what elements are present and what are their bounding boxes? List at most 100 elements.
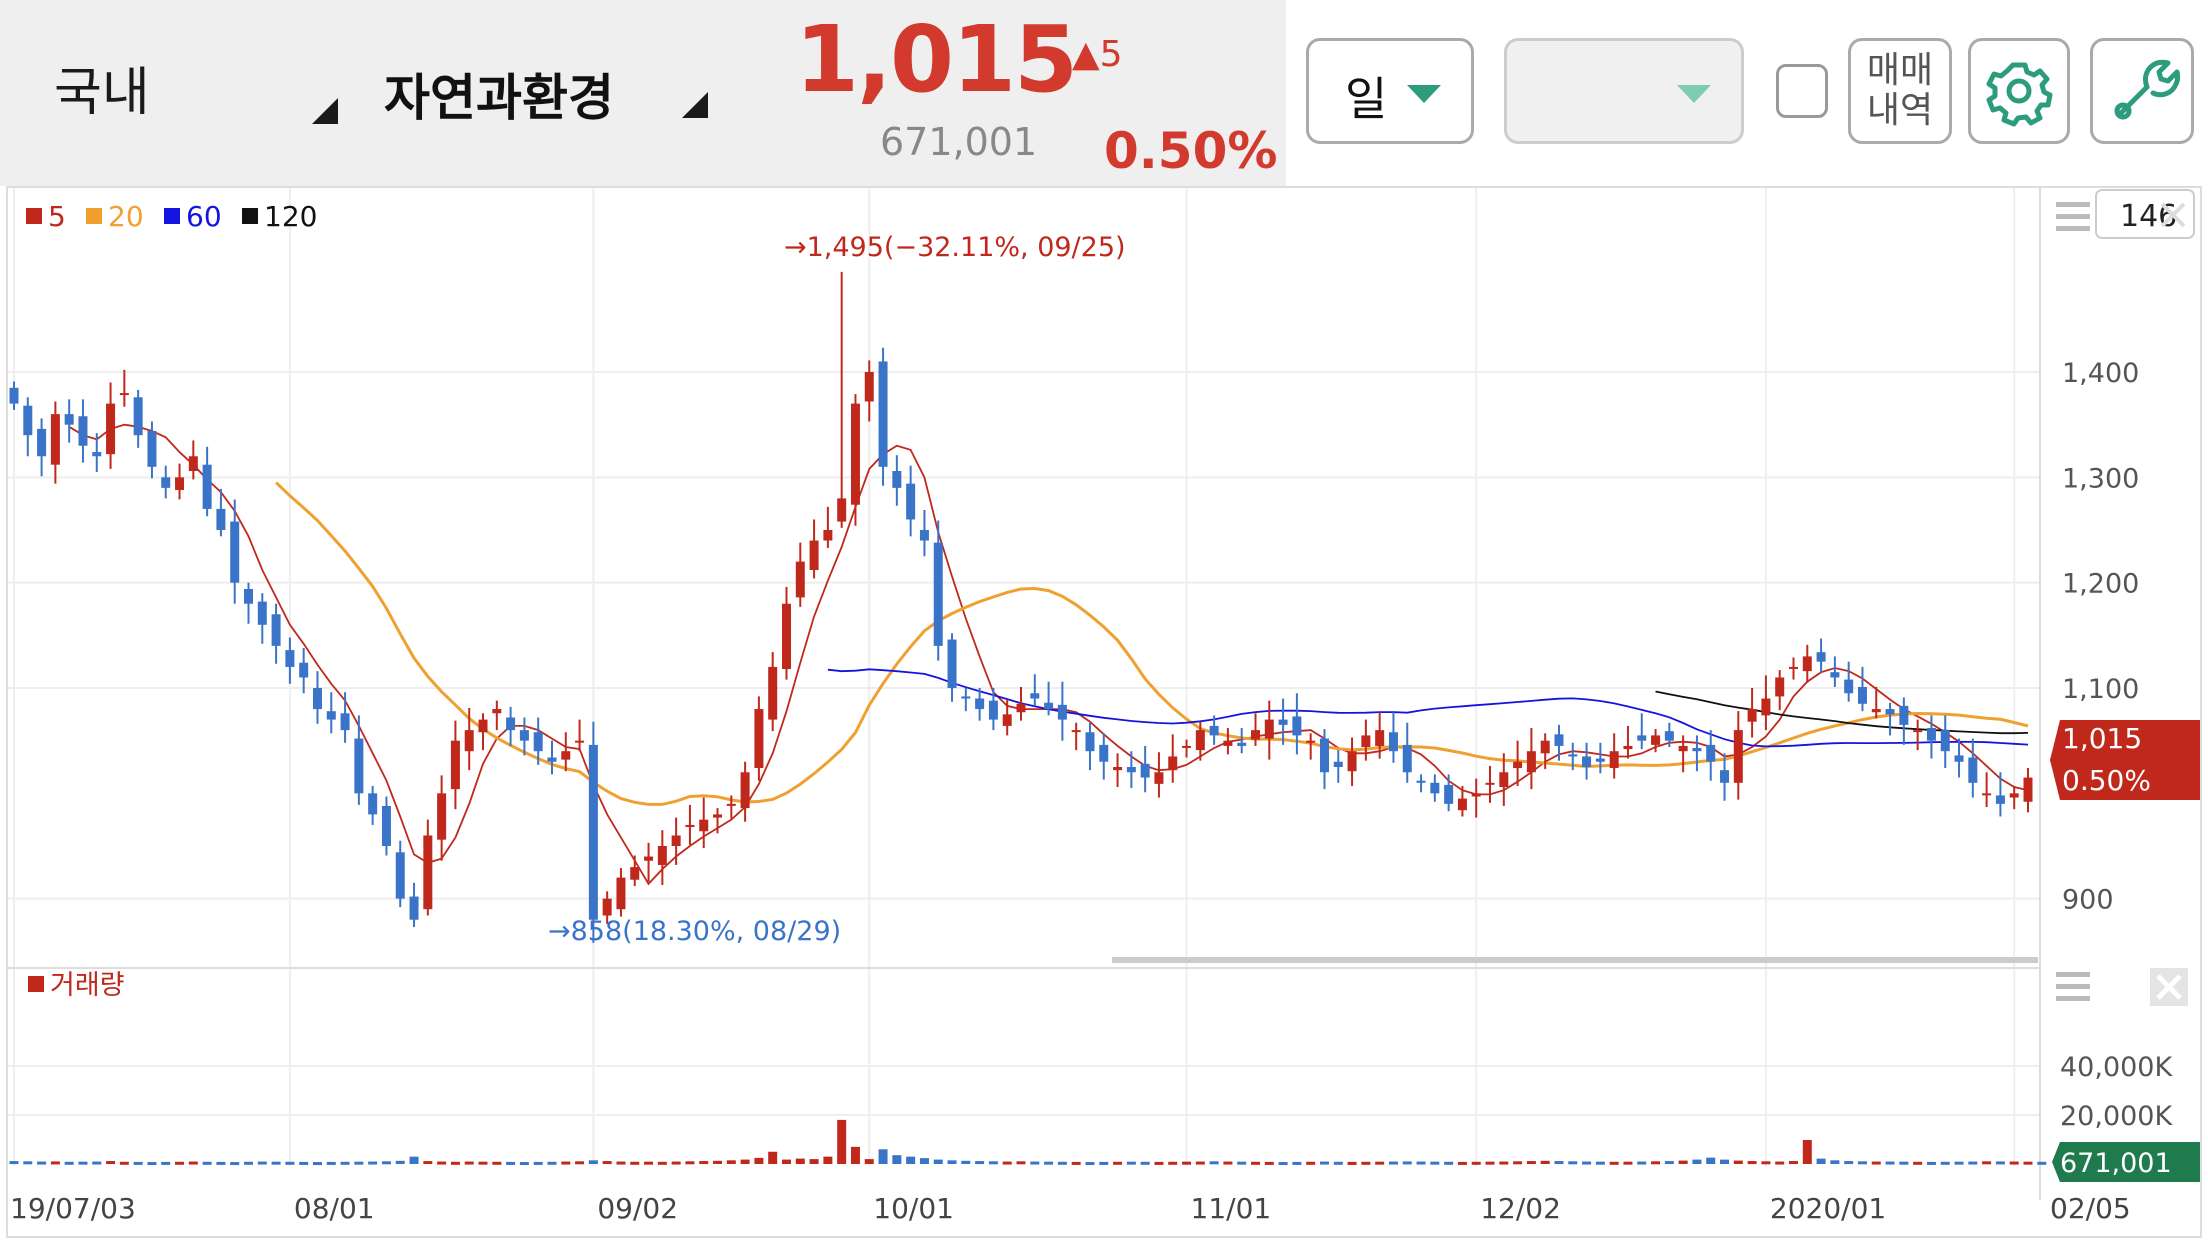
volume-bar <box>409 1156 419 1164</box>
candle-body <box>340 713 350 731</box>
volume-bar <box>1099 1161 1109 1165</box>
price-tick-label: 900 <box>2062 885 2114 916</box>
candle-body <box>1499 772 1509 788</box>
volume-bar <box>1319 1161 1329 1165</box>
volume-bar <box>754 1157 764 1164</box>
volume-bar <box>2009 1161 2019 1165</box>
volume-bar <box>1416 1161 1426 1165</box>
volume-close-icon[interactable] <box>2150 968 2188 1006</box>
volume-legend-swatch <box>28 976 44 992</box>
volume-bar <box>1278 1162 1288 1166</box>
volume-bar <box>133 1161 143 1165</box>
volume-bar <box>50 1161 60 1165</box>
candle-body <box>988 700 998 720</box>
ma-line-120 <box>1655 690 2029 735</box>
ma-legend: 5 20 60 120 <box>26 200 317 233</box>
candle-body <box>1264 719 1274 739</box>
candle-body <box>1251 730 1261 740</box>
candle-body <box>575 740 585 743</box>
candle-body <box>271 614 281 646</box>
legend-label: 20 <box>108 200 144 233</box>
volume-bar <box>1361 1161 1371 1165</box>
candle-body <box>588 744 598 920</box>
date-tick-label: 19/07/03 <box>10 1192 136 1225</box>
volume-bar <box>1085 1162 1095 1166</box>
volume-tick-label: 20,000K <box>2060 1101 2173 1132</box>
volume-bar <box>878 1149 888 1164</box>
volume-bar <box>1457 1161 1467 1165</box>
volume-bar <box>92 1161 102 1165</box>
volume-bar <box>1830 1160 1840 1164</box>
candle-body <box>409 896 419 920</box>
candle-body <box>1099 744 1109 762</box>
current-pct-tag-value: 0.50% <box>2062 764 2151 797</box>
volume-bar <box>533 1161 543 1165</box>
volume-bar <box>175 1161 185 1165</box>
volume-bar <box>630 1161 640 1165</box>
volume-bar <box>326 1161 336 1165</box>
candle-body <box>919 530 929 541</box>
candle-body <box>119 393 129 396</box>
candle-body <box>1830 672 1840 678</box>
price-panel-menu-icon[interactable] <box>2056 202 2090 231</box>
volume-bar <box>1347 1161 1357 1165</box>
candle-body <box>1444 784 1454 804</box>
volume-bar <box>1623 1161 1633 1165</box>
volume-bar <box>1375 1161 1385 1165</box>
candle-body <box>1678 745 1688 752</box>
volume-bar <box>1775 1161 1785 1165</box>
volume-bar <box>257 1161 267 1165</box>
volume-bar <box>244 1161 254 1165</box>
volume-bar <box>588 1160 598 1164</box>
volume-bar <box>1637 1161 1647 1165</box>
candle-body <box>1595 758 1605 762</box>
stock-chart[interactable]: 900 1,100 1,200 1,300 1,400 20,000K 40,000K 1… <box>0 0 2208 1242</box>
volume-bar <box>119 1161 129 1165</box>
volume-bar <box>1182 1161 1192 1165</box>
volume-panel-menu-icon[interactable] <box>2056 972 2090 1001</box>
volume-bar <box>1609 1161 1619 1165</box>
volume-bar <box>1430 1161 1440 1165</box>
volume-bar <box>64 1161 74 1165</box>
volume-bar <box>1595 1161 1605 1165</box>
volume-bar <box>1747 1161 1757 1165</box>
candle-body <box>161 477 171 488</box>
volume-bar <box>1154 1161 1164 1165</box>
candle-body <box>1940 730 1950 752</box>
volume-bar <box>561 1161 571 1165</box>
volume-bar <box>78 1161 88 1165</box>
volume-bar <box>1251 1161 1261 1165</box>
candle-body <box>1002 714 1012 726</box>
volume-tick-label: 40,000K <box>2060 1052 2173 1083</box>
candle-body <box>437 793 447 840</box>
candle-body <box>1113 767 1123 771</box>
volume-bar <box>1857 1161 1867 1165</box>
candle-body <box>1540 740 1550 754</box>
candle-body <box>823 530 833 541</box>
volume-bar <box>312 1162 322 1166</box>
date-tick-label: 02/05 <box>2050 1192 2131 1225</box>
candle-body <box>506 717 516 731</box>
volume-bar <box>1223 1161 1233 1165</box>
candle-body <box>837 498 847 522</box>
candle-body <box>244 588 254 604</box>
candle-body <box>795 561 805 598</box>
volume-bar <box>423 1161 433 1165</box>
volume-bar <box>726 1160 736 1164</box>
candle-body <box>175 477 185 490</box>
volume-bar <box>1030 1161 1040 1165</box>
candle-body <box>781 603 791 670</box>
candle-body <box>1968 757 1978 783</box>
volume-bar <box>1126 1161 1136 1165</box>
volume-bar <box>1968 1161 1978 1165</box>
volume-bar <box>1913 1161 1923 1165</box>
volume-bar <box>699 1161 709 1165</box>
volume-bar <box>230 1162 240 1166</box>
volume-bar <box>1499 1161 1509 1165</box>
candle-body <box>1085 732 1095 752</box>
volume-bar <box>9 1161 19 1165</box>
legend-swatch <box>26 208 42 224</box>
candle-body <box>878 361 888 467</box>
volume-bar <box>1237 1161 1247 1165</box>
volume-bar <box>161 1161 171 1165</box>
